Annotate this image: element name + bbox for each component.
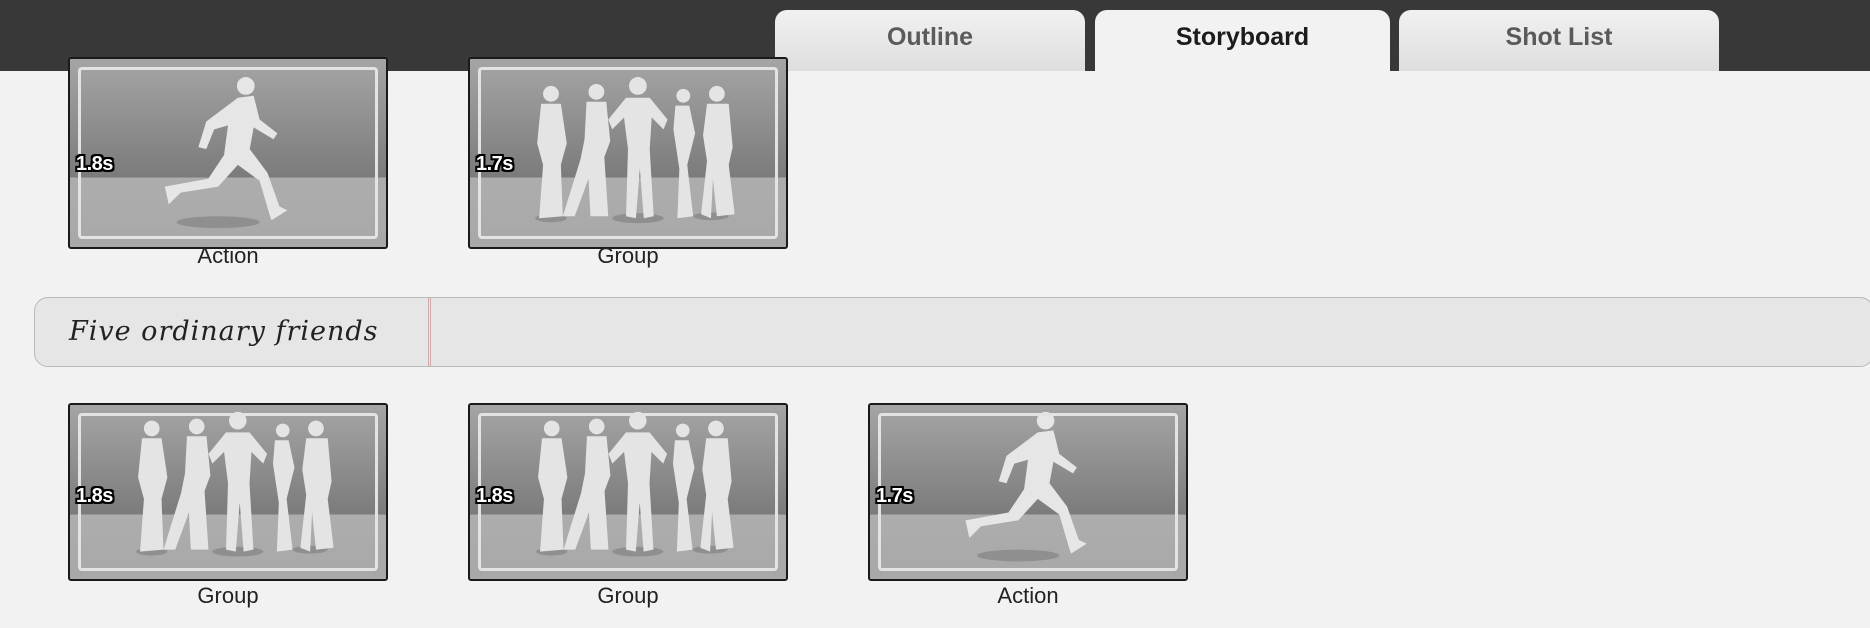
tab-outline[interactable]: Outline xyxy=(775,10,1085,71)
shot-thumbnail[interactable]: 1.7s xyxy=(468,57,788,249)
scene-heading-text[interactable]: Five ordinary friends xyxy=(69,316,379,347)
shot-duration: 1.8s xyxy=(476,485,513,507)
tab-shot-list[interactable]: Shot List xyxy=(1399,10,1719,71)
shot-thumbnail[interactable]: 1.8s xyxy=(468,403,788,581)
shot-card[interactable]: 1.7s Action xyxy=(868,403,1188,608)
shot-duration: 1.7s xyxy=(876,485,913,507)
shot-thumbnail[interactable]: 1.8s xyxy=(68,403,388,581)
shot-label: Action xyxy=(197,243,259,268)
shot-label: Group xyxy=(597,583,659,608)
margin-line xyxy=(428,298,431,366)
scene-heading-bar[interactable]: Five ordinary friends xyxy=(34,297,1870,367)
storyboard-canvas: 1.8s Action 1.7s Group Five ordinary fri… xyxy=(4,57,1870,628)
shot-thumbnail[interactable]: 1.8s xyxy=(68,57,388,249)
shot-card[interactable]: 1.8s Action xyxy=(68,57,388,268)
shot-duration: 1.7s xyxy=(476,153,513,175)
shot-card[interactable]: 1.8s Group xyxy=(468,403,788,608)
shot-duration: 1.8s xyxy=(76,153,113,175)
shot-label: Group xyxy=(597,243,659,268)
shot-label: Group xyxy=(197,583,259,608)
shot-label: Action xyxy=(997,583,1059,608)
shot-card[interactable]: 1.8s Group xyxy=(68,403,388,608)
shot-card[interactable]: 1.7s Group xyxy=(468,57,788,268)
shot-duration: 1.8s xyxy=(76,485,113,507)
shot-thumbnail[interactable]: 1.7s xyxy=(868,403,1188,581)
tab-storyboard[interactable]: Storyboard xyxy=(1095,10,1390,71)
